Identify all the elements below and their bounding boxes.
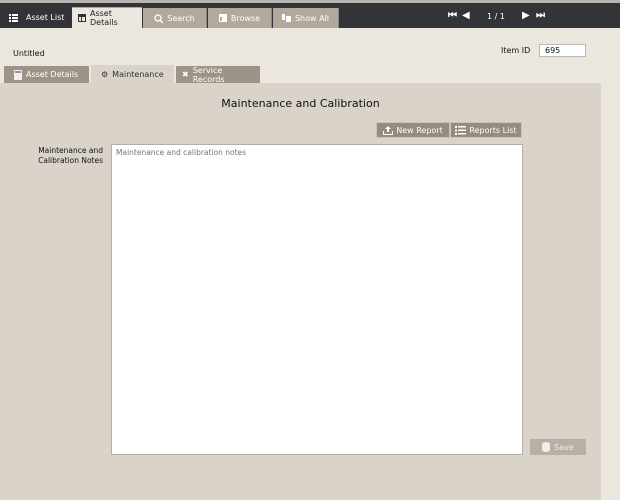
gears-icon: ⚙ (101, 69, 109, 79)
tab-search[interactable]: Search (143, 8, 207, 28)
table-icon (78, 14, 86, 22)
tab-show-all[interactable]: Show All (273, 8, 339, 28)
tab-asset-details[interactable]: Asset Details (4, 66, 89, 83)
button-label: New Report (396, 125, 443, 135)
next-record-icon[interactable]: ▶ (522, 10, 530, 21)
database-icon (542, 442, 551, 452)
tab-label: Service Records (192, 65, 225, 84)
first-record-icon[interactable]: ⏮ (448, 10, 457, 21)
reports-list-button[interactable]: Reports List (450, 122, 522, 138)
tab-label: Search (167, 13, 195, 23)
tab-label: Maintenance (112, 69, 164, 79)
tab-service-records[interactable]: ✖ Service Records (176, 65, 260, 84)
button-label: Save (554, 442, 574, 452)
browse-icon (218, 14, 227, 22)
tab-label: Browse (230, 13, 261, 23)
prev-record-icon[interactable]: ◀ (462, 10, 470, 21)
tab-label: Asset List (26, 13, 65, 22)
list-icon (455, 125, 467, 135)
tools-icon: ✖ (182, 70, 189, 79)
item-id-label: Item ID (501, 46, 531, 55)
notes-textarea[interactable] (111, 144, 523, 455)
list-icon (9, 13, 18, 22)
new-report-button[interactable]: New Report (376, 122, 450, 138)
tab-label: Asset Details (90, 9, 118, 27)
page-title: Untitled (13, 49, 45, 58)
button-label: Reports List (469, 125, 517, 135)
tab-maintenance[interactable]: ⚙ Maintenance (91, 65, 174, 83)
upload-icon (383, 125, 394, 135)
tab-label: Asset Details (26, 70, 79, 79)
search-icon (154, 13, 164, 23)
tab-asset-list[interactable]: Asset List (3, 7, 70, 28)
tab-label: Show All (294, 13, 330, 23)
tab-asset-details-top[interactable]: Asset Details (72, 7, 142, 28)
last-record-icon[interactable]: ⏭ (536, 10, 545, 21)
record-counter: 1 / 1 (487, 12, 505, 21)
calculator-icon (14, 69, 22, 80)
panel-title: Maintenance and Calibration (221, 97, 380, 110)
notes-label: Maintenance and Calibration Notes (38, 146, 103, 165)
save-button[interactable]: Save (530, 439, 586, 455)
show-all-icon (281, 14, 291, 22)
tab-browse[interactable]: Browse (208, 8, 272, 28)
item-id-field[interactable]: 695 (539, 44, 586, 57)
